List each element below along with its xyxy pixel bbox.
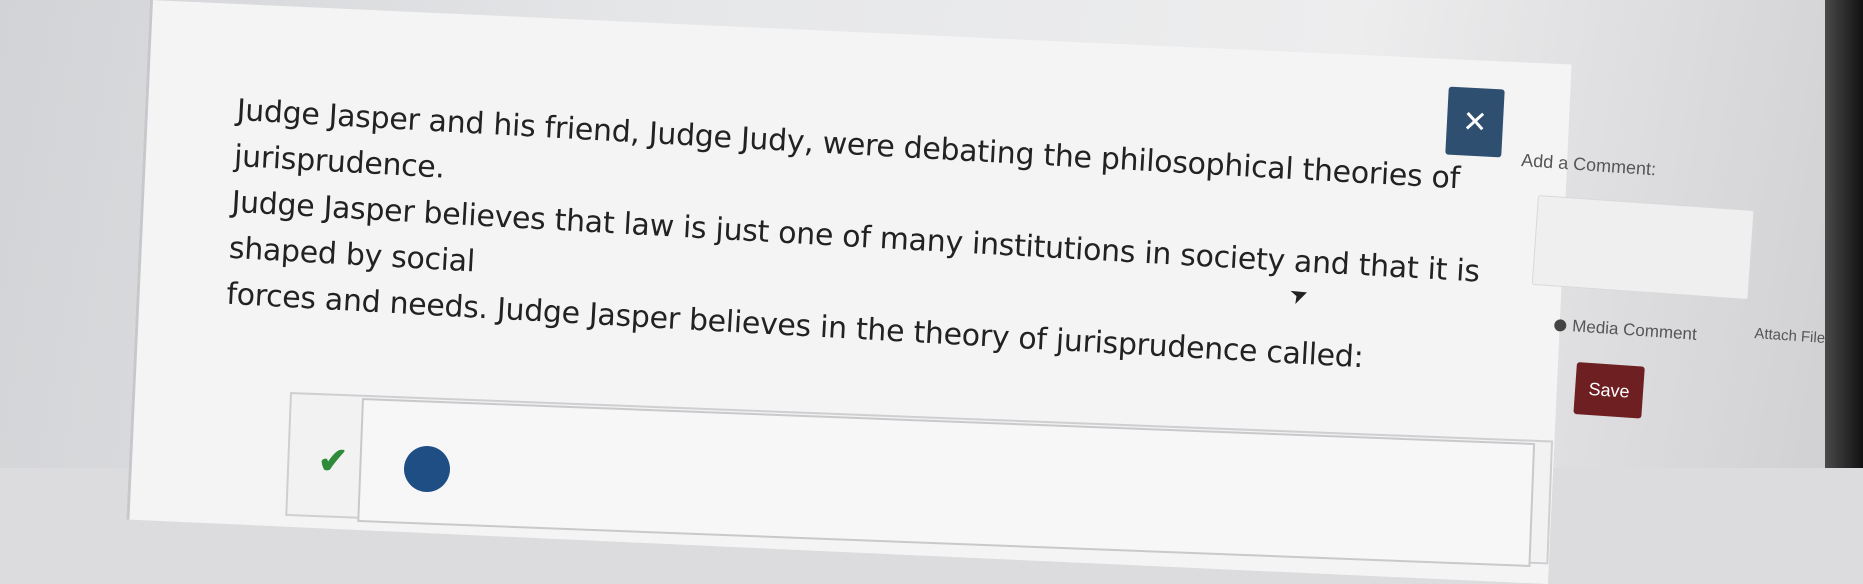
close-icon: ✕ [1461,104,1489,140]
check-icon: ✔ [318,440,349,481]
media-comment-icon [1553,318,1567,332]
media-comment-link[interactable]: Media Comment [1553,315,1698,345]
radio-selected-icon[interactable] [404,446,450,492]
comment-textarea[interactable] [1531,195,1755,300]
monitor-bezel [1825,0,1863,468]
save-button[interactable]: Save [1573,362,1645,419]
screen-photo: Judge Jasper and his friend, Judge Judy,… [0,0,1863,584]
attach-file-link[interactable]: Attach File [1754,325,1826,347]
media-comment-label: Media Comment [1571,316,1698,344]
close-button[interactable]: ✕ [1445,86,1505,158]
